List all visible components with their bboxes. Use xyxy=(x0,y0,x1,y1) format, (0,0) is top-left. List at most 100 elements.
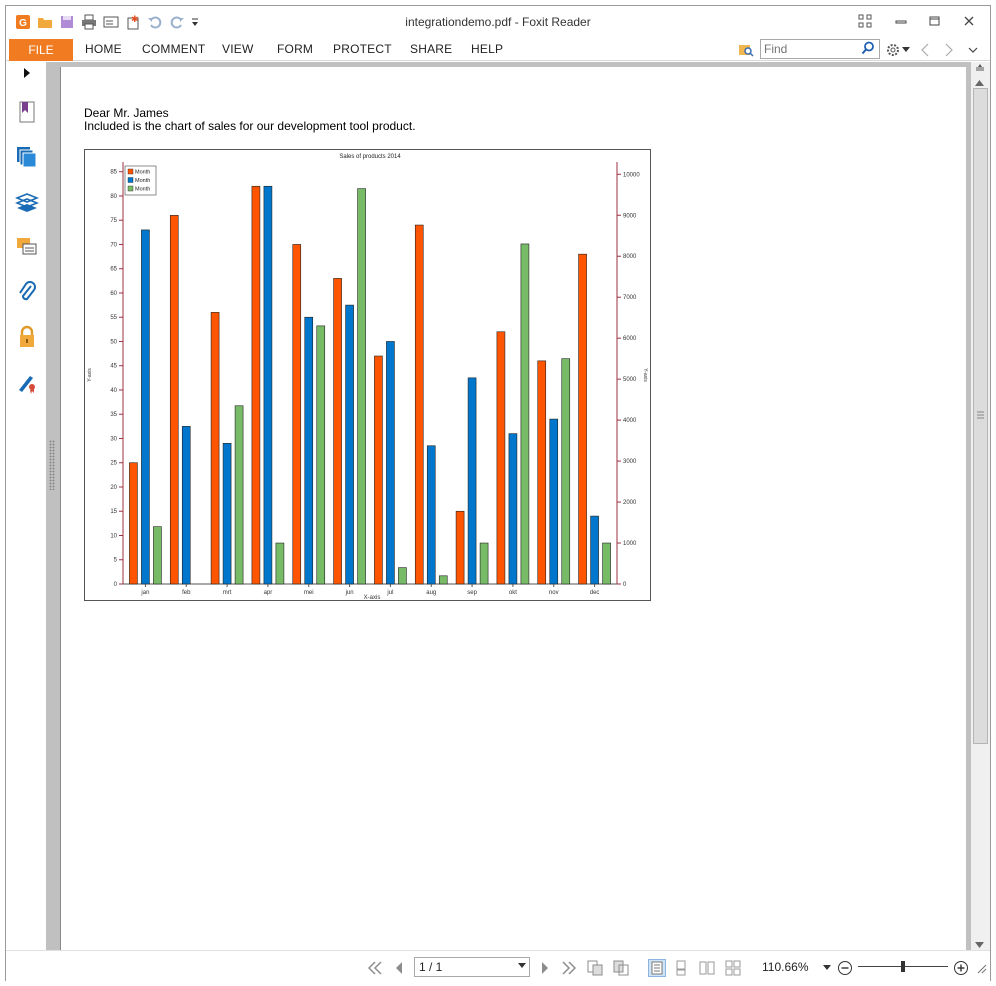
legend-swatch xyxy=(127,168,134,175)
bar-mei-series-2 xyxy=(304,316,314,585)
y-tick-label: 5 xyxy=(114,558,118,564)
bar-okt-series-1 xyxy=(496,331,506,585)
find-input[interactable] xyxy=(761,40,857,58)
bar-mrt-series-1 xyxy=(210,312,220,585)
app-window: G ✱ integrationdemo.pdf - Foxit Reader F… xyxy=(5,5,991,982)
zoom-in-icon[interactable] xyxy=(952,959,970,977)
y-tick-label: 15 xyxy=(110,509,117,515)
letter-text: Dear Mr. James Included is the chart of … xyxy=(84,107,416,133)
last-page-icon[interactable] xyxy=(560,959,578,977)
y-tick-label: 80 xyxy=(110,194,117,200)
x-axis-title: X-axis xyxy=(364,595,381,600)
tab-help[interactable]: HELP xyxy=(471,42,503,56)
y2-tick-label: 2000 xyxy=(623,500,637,506)
y2-tick-label: 4000 xyxy=(623,418,637,424)
resize-grip-icon[interactable] xyxy=(972,959,990,977)
page-dropdown-icon[interactable] xyxy=(518,961,526,971)
y-tick-label: 85 xyxy=(110,170,117,176)
scroll-up-icon[interactable] xyxy=(975,78,984,88)
find-field[interactable] xyxy=(760,39,880,59)
close-button[interactable] xyxy=(952,11,986,31)
bar-jan-series-3 xyxy=(153,526,162,585)
bar-mrt-series-3 xyxy=(234,405,244,585)
y-tick-label: 25 xyxy=(110,461,117,467)
y-tick-label: 60 xyxy=(110,291,117,297)
y-tick-label: 75 xyxy=(110,218,117,224)
bar-nov-series-3 xyxy=(561,358,571,585)
x-tick-label: nov xyxy=(549,590,559,596)
y2-tick-label: 7000 xyxy=(623,295,637,301)
bar-mei-series-1 xyxy=(292,244,302,585)
next-view-icon[interactable] xyxy=(612,959,630,977)
bar-nov-series-2 xyxy=(549,418,559,585)
previous-view-icon[interactable] xyxy=(586,959,604,977)
y2-tick-label: 10000 xyxy=(623,172,640,178)
bar-apr-series-2 xyxy=(263,185,273,585)
bar-aug-series-2 xyxy=(426,445,436,585)
bookmark-icon[interactable] xyxy=(15,100,39,124)
comments-icon[interactable] xyxy=(15,235,39,259)
first-page-icon[interactable] xyxy=(366,959,384,977)
legend-label: Month xyxy=(135,187,150,193)
bar-jun-series-3 xyxy=(357,188,366,585)
page-number-input[interactable] xyxy=(415,958,511,976)
minimize-button[interactable] xyxy=(884,11,918,31)
x-tick-label: jul xyxy=(386,590,393,596)
tab-protect[interactable]: PROTECT xyxy=(333,42,392,56)
sales-chart-svg: 0 5 10 15 20 25 30 35 40 45 50 55 60 65 70 75 80 85 0 1000 2… xyxy=(87,154,648,601)
security-lock-icon[interactable] xyxy=(15,325,39,349)
next-result-icon[interactable] xyxy=(940,41,958,59)
zoom-slider-handle[interactable] xyxy=(901,961,905,972)
bar-aug-series-3 xyxy=(438,575,448,585)
expand-arrow-icon[interactable] xyxy=(20,66,34,80)
search-document-icon[interactable] xyxy=(737,41,755,59)
splitter-grip[interactable] xyxy=(49,440,55,490)
y-tick-label: 35 xyxy=(110,412,117,418)
next-page-icon[interactable] xyxy=(536,959,554,977)
tab-comment[interactable]: COMMENT xyxy=(142,42,205,56)
settings-dropdown-icon[interactable] xyxy=(901,41,911,59)
bar-nov-series-1 xyxy=(537,360,547,585)
restore-button[interactable] xyxy=(918,11,952,31)
zoom-dropdown-icon[interactable] xyxy=(822,959,832,977)
single-page-view-icon[interactable] xyxy=(648,959,666,977)
y-tick-label: 20 xyxy=(110,485,117,491)
bar-jul-series-2 xyxy=(386,341,395,585)
continuous-view-icon[interactable] xyxy=(672,959,690,977)
zoom-level[interactable]: 110.66% xyxy=(762,960,808,974)
layers-icon[interactable] xyxy=(15,191,39,215)
continuous-facing-view-icon[interactable] xyxy=(724,959,742,977)
y2-tick-label: 0 xyxy=(623,582,627,588)
tab-view[interactable]: VIEW xyxy=(222,42,253,56)
search-icon[interactable] xyxy=(861,41,877,57)
page-number-field[interactable] xyxy=(414,957,530,977)
scrollbar-thumb[interactable] xyxy=(973,88,988,744)
tab-share[interactable]: SHARE xyxy=(410,42,452,56)
document-view[interactable]: Dear Mr. James Included is the chart of … xyxy=(60,62,971,950)
x-tick-label: apr xyxy=(264,590,273,596)
letter-body: Included is the chart of sales for our d… xyxy=(84,119,416,133)
signature-icon[interactable] xyxy=(15,371,39,395)
scroll-down-icon[interactable] xyxy=(975,940,984,950)
settings-gear-icon[interactable] xyxy=(884,41,902,59)
attachment-icon[interactable] xyxy=(15,280,39,304)
vertical-scrollbar[interactable] xyxy=(971,62,990,950)
touch-mode-icon[interactable] xyxy=(848,11,882,31)
tab-form[interactable]: FORM xyxy=(277,42,313,56)
bar-mei-series-3 xyxy=(316,325,326,585)
split-view-icon[interactable] xyxy=(975,64,985,76)
pages-icon[interactable] xyxy=(15,145,39,169)
zoom-out-icon[interactable] xyxy=(836,959,854,977)
previous-result-icon[interactable] xyxy=(916,41,934,59)
bar-feb-series-1 xyxy=(169,215,179,585)
previous-page-icon[interactable] xyxy=(390,959,408,977)
tab-home[interactable]: HOME xyxy=(85,42,122,56)
facing-view-icon[interactable] xyxy=(698,959,716,977)
bar-jul-series-1 xyxy=(374,355,383,585)
collapse-ribbon-icon[interactable] xyxy=(964,41,982,59)
x-tick-label: okt xyxy=(509,590,517,596)
panel-splitter[interactable] xyxy=(46,62,60,950)
file-tab[interactable]: FILE xyxy=(9,39,73,61)
sales-chart: 0 5 10 15 20 25 30 35 40 45 50 55 60 65 70 75 80 85 0 1000 2… xyxy=(84,149,651,601)
bar-sep-series-3 xyxy=(479,542,489,585)
